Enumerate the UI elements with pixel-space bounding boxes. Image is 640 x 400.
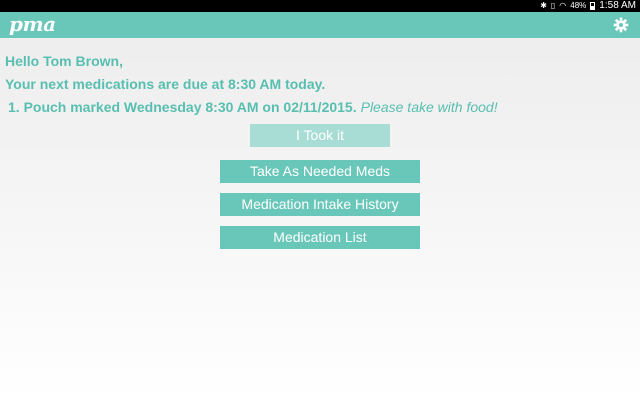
- status-icons: ✱ ▯ ◠ 48% 1:58 AM: [540, 0, 636, 12]
- gear-icon[interactable]: [613, 17, 629, 33]
- i-took-it-button[interactable]: I Took it: [250, 124, 390, 147]
- clock: 1:58 AM: [599, 0, 636, 11]
- next-due-message: Your next medications are due at 8:30 AM…: [5, 76, 326, 92]
- main-content: Hello Tom Brown, Your next medications a…: [5, 50, 635, 119]
- medication-intake-history-button[interactable]: Medication Intake History: [220, 193, 420, 216]
- battery-icon: [590, 2, 596, 10]
- status-bar: ✱ ▯ ◠ 48% 1:58 AM: [0, 0, 640, 12]
- greeting: Hello Tom Brown,: [5, 53, 123, 69]
- medication-list-button[interactable]: Medication List: [220, 226, 420, 249]
- bluetooth-icon: ✱: [540, 1, 547, 10]
- battery-percent: 48%: [570, 1, 587, 10]
- pouch-text: 1. Pouch marked Wednesday 8:30 AM on 02/…: [8, 99, 357, 115]
- take-as-needed-meds-button[interactable]: Take As Needed Meds: [220, 160, 420, 183]
- app-logo: pma: [9, 12, 56, 36]
- vibrate-icon: ▯: [550, 1, 556, 10]
- pouch-note: Please take with food!: [360, 99, 498, 115]
- pouch-item: 1. Pouch marked Wednesday 8:30 AM on 02/…: [8, 96, 635, 119]
- wifi-icon: ◠: [559, 1, 567, 10]
- app-bar: pma: [0, 12, 640, 38]
